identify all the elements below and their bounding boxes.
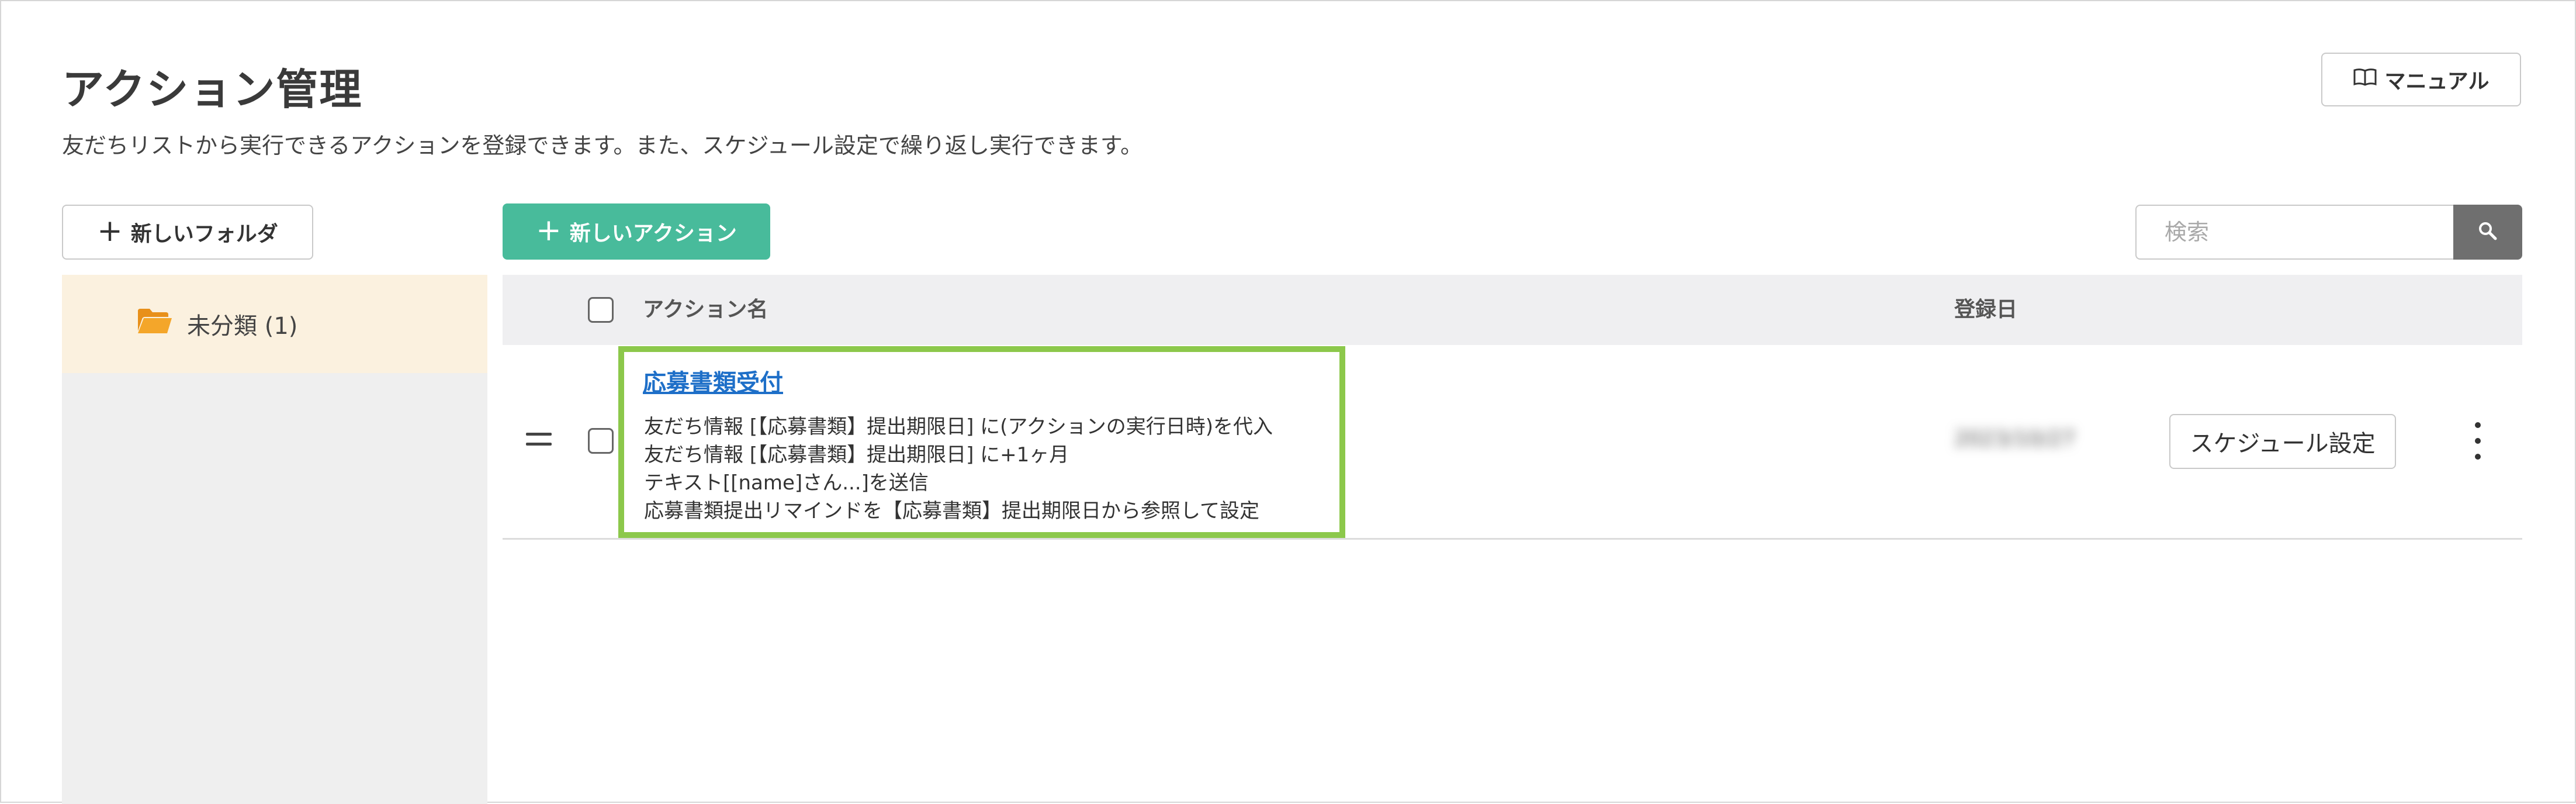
column-header-name: アクション名 [643, 298, 768, 322]
action-detail-line: 友だち情報 [【応募書類】提出期限日] に(アクションの実行日時)を代入 [644, 415, 1273, 439]
app-frame: アクション管理 友だちリストから実行できるアクションを登録できます。また、スケジ… [0, 0, 2576, 804]
column-header-date: 登録日 [1954, 298, 2018, 322]
search-icon [2478, 221, 2498, 243]
folder-sidebar: 未分類 (1) [62, 275, 487, 804]
folder-item-uncategorized[interactable]: 未分類 (1) [62, 275, 487, 373]
search-button[interactable] [2453, 205, 2522, 260]
new-action-label: 新しいアクション [569, 222, 737, 246]
manual-button[interactable]: マニュアル [2321, 53, 2521, 106]
row-checkbox[interactable] [588, 428, 614, 454]
folder-label: 未分類 (1) [187, 313, 298, 340]
new-action-button[interactable]: + 新しいアクション [503, 203, 770, 260]
page-description: 友だちリストから実行できるアクションを登録できます。また、スケジュール設定で繰り… [62, 133, 1143, 158]
plus-icon: + [536, 213, 562, 248]
action-detail-line: テキスト[[name]さん...]を送信 [644, 471, 929, 495]
page-title: アクション管理 [62, 65, 363, 114]
schedule-settings-button[interactable]: スケジュール設定 [2169, 414, 2396, 469]
action-detail-line: 応募書類提出リマインドを【応募書類】提出期限日から参照して設定 [644, 499, 1259, 523]
schedule-label: スケジュール設定 [2190, 430, 2376, 457]
more-options-icon[interactable] [2466, 422, 2490, 460]
book-icon [2353, 68, 2377, 92]
action-detail-line: 友だち情報 [【応募書類】提出期限日] に+1ヶ月 [644, 443, 1069, 467]
drag-handle-icon[interactable] [526, 433, 552, 449]
new-folder-label: 新しいフォルダ [130, 222, 278, 246]
folder-open-icon [137, 308, 173, 340]
new-folder-button[interactable]: + 新しいフォルダ [62, 205, 313, 260]
action-name-link[interactable]: 応募書類受付 [643, 364, 783, 398]
manual-label: マニュアル [2384, 70, 2490, 94]
plus-icon: + [97, 213, 123, 249]
table-row: 応募書類受付 友だち情報 [【応募書類】提出期限日] に(アクションの実行日時)… [503, 345, 2522, 540]
search-input[interactable] [2135, 205, 2453, 260]
select-all-checkbox[interactable] [588, 297, 614, 323]
table-header: アクション名 登録日 [503, 275, 2522, 345]
registration-date: 2023/10/27 [1954, 427, 2076, 451]
